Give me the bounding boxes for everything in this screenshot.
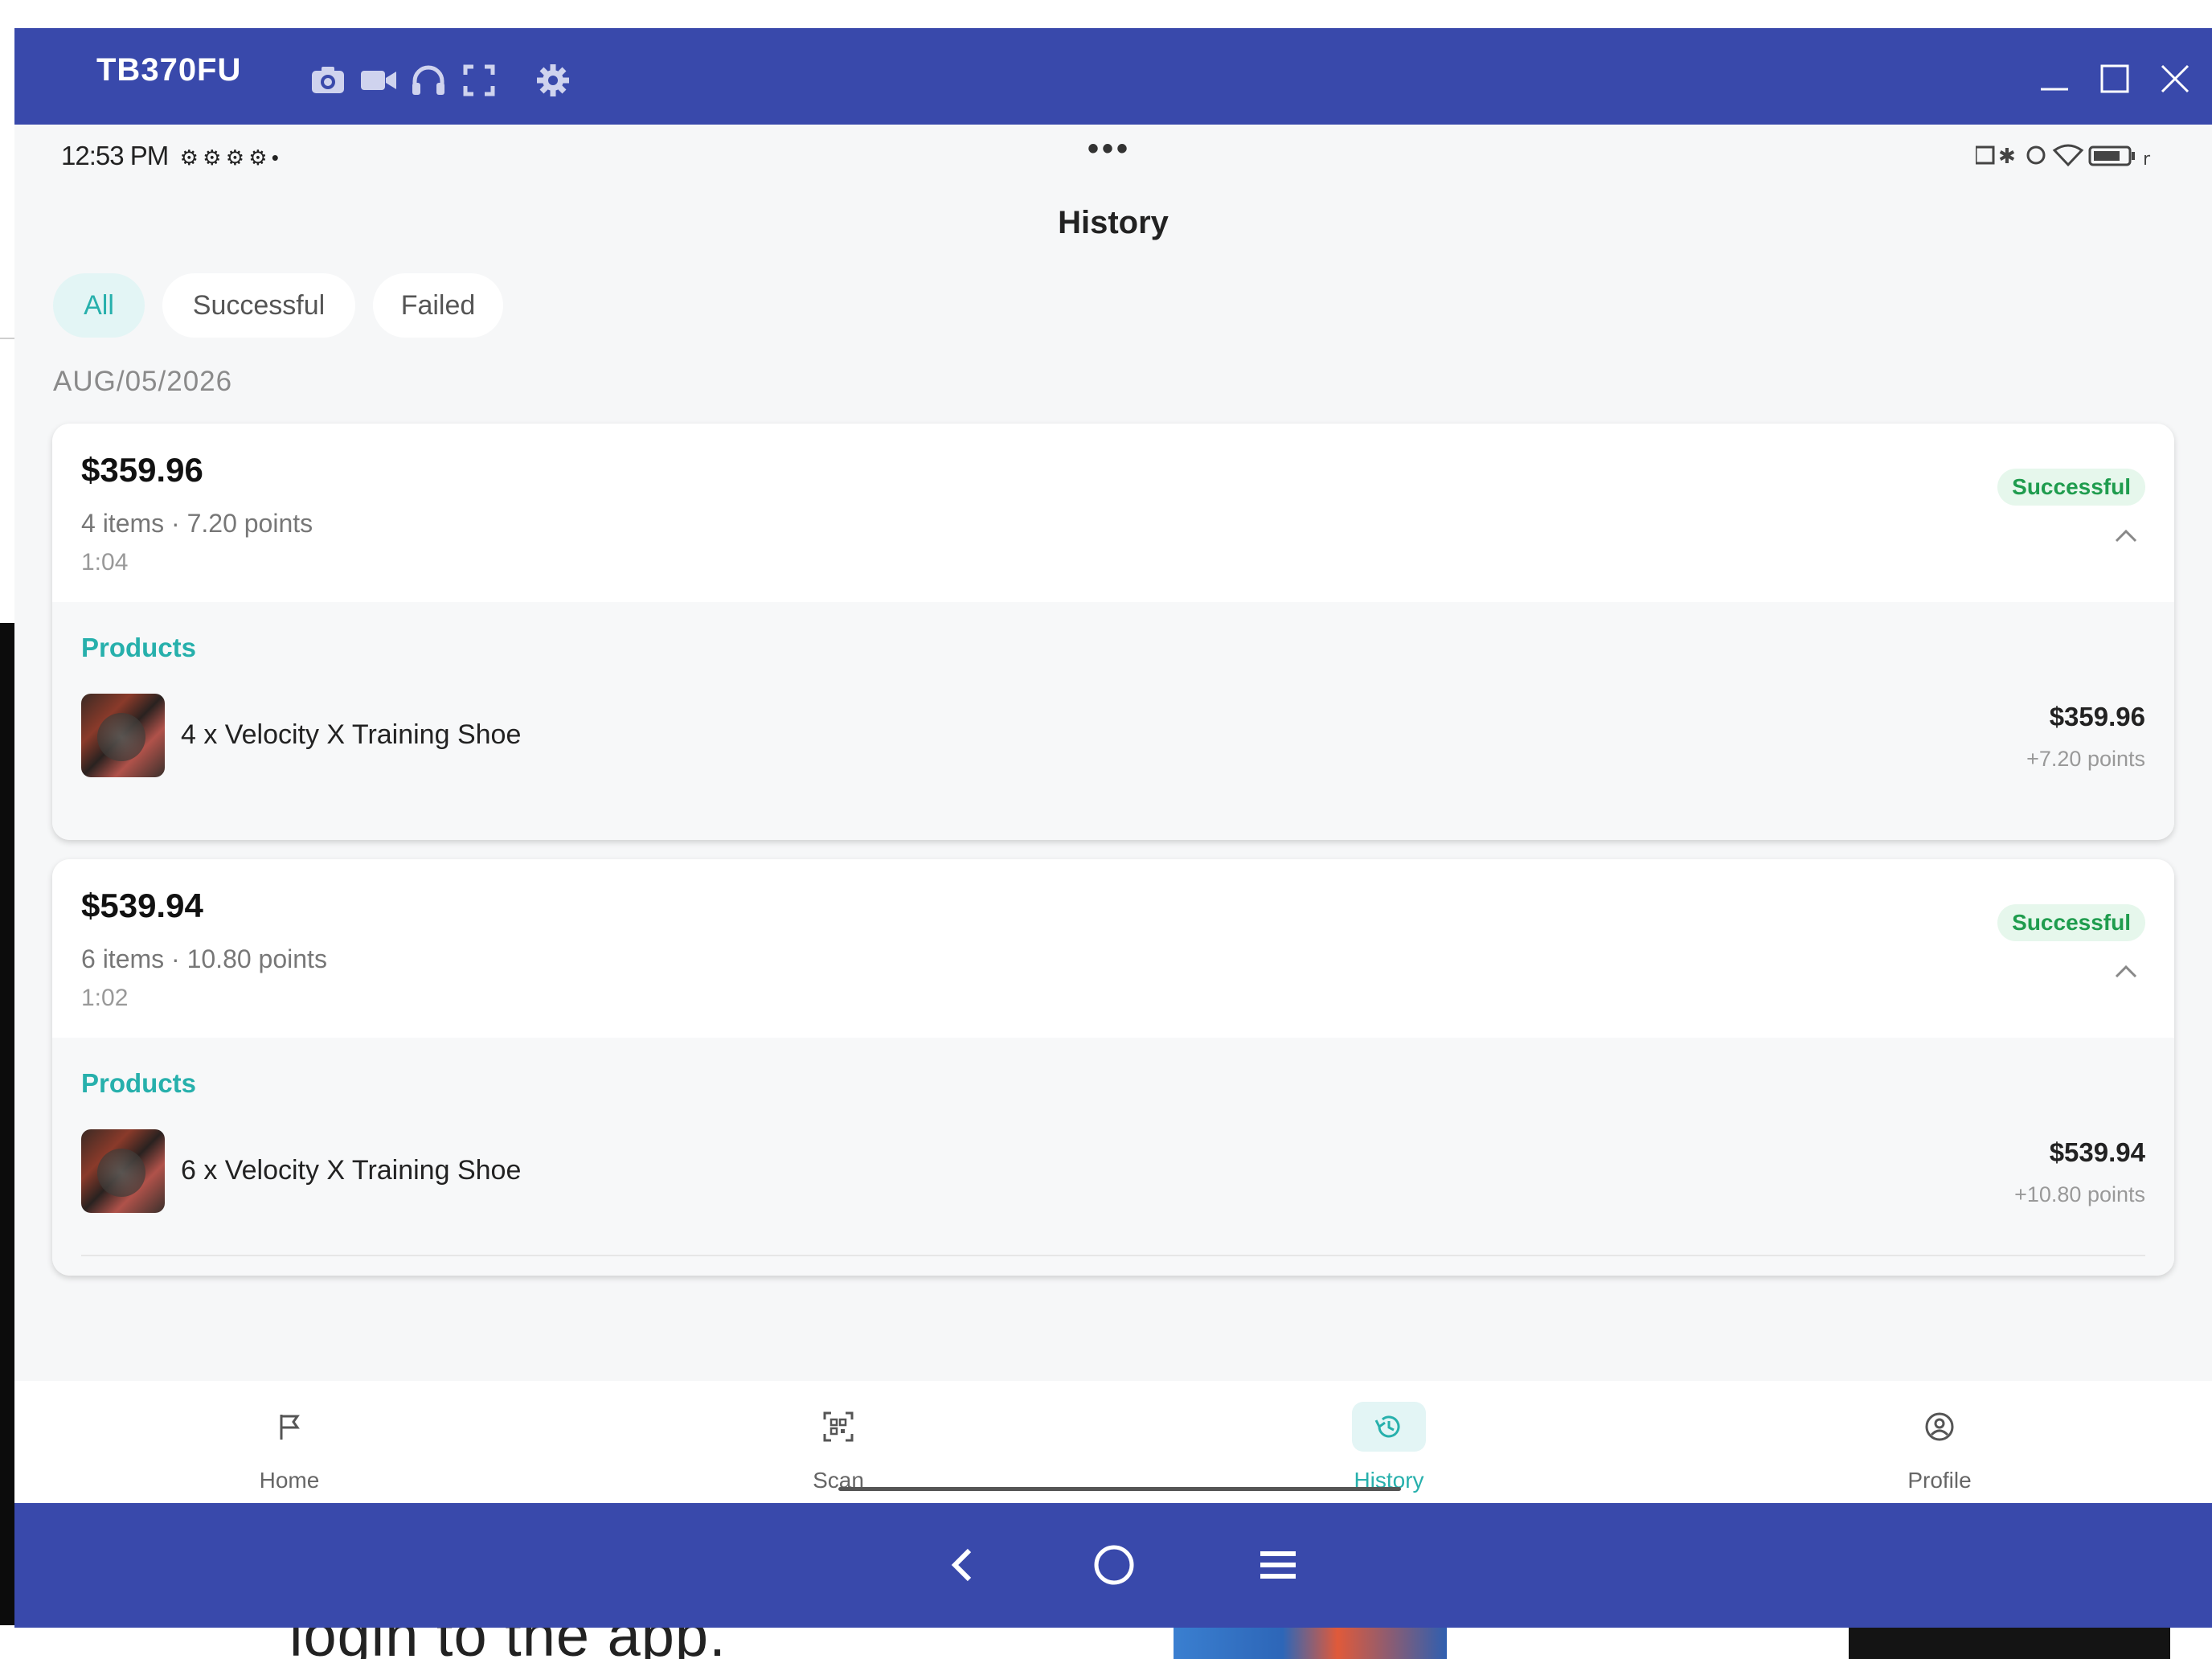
gear-icon[interactable] — [533, 60, 573, 100]
status-badge: Successful — [1997, 904, 2145, 941]
divider — [81, 1255, 2145, 1256]
products-label: Products — [81, 1068, 197, 1098]
filter-chip-failed[interactable]: Failed — [373, 273, 503, 338]
camera-icon[interactable] — [308, 60, 348, 100]
desktop-divider — [0, 338, 14, 339]
profile-icon — [1925, 1412, 1954, 1441]
product-thumbnail — [81, 1129, 165, 1213]
transaction-summary: 6 items · 10.80 points — [81, 944, 327, 973]
svg-text:✱: ✱ — [1998, 145, 2016, 169]
video-icon[interactable] — [358, 60, 399, 100]
status-more-dots: ••• — [1088, 131, 1132, 166]
transaction-details: Products 6 x Velocity X Training Shoe $5… — [52, 1038, 2174, 1276]
product-thumbnail — [81, 694, 165, 777]
bottom-navigation: Home Scan History Profile — [14, 1381, 2212, 1503]
battery-wifi-icon: ✱ r — [1974, 144, 2151, 170]
product-price: $359.96 — [2049, 702, 2145, 731]
product-points: +10.80 points — [2014, 1182, 2145, 1206]
status-badge: Successful — [1997, 469, 2145, 506]
flag-icon — [280, 1415, 300, 1440]
desktop-bottom-text: login to the app. — [289, 1625, 727, 1659]
window-titlebar[interactable]: TB370FU — [14, 28, 2212, 125]
desktop-dark-fragment — [1849, 1625, 2170, 1659]
back-icon[interactable] — [937, 1539, 989, 1591]
recents-menu-icon[interactable] — [1252, 1539, 1304, 1591]
fullscreen-icon[interactable] — [459, 60, 499, 100]
transaction-details: Products 4 x Velocity X Training Shoe $3… — [52, 602, 2174, 840]
device-screen: 12:53 PM ⚙ ⚙ ⚙ ⚙ • ••• ✱ r History All S… — [14, 125, 2212, 1503]
nav-label-home: Home — [259, 1468, 320, 1493]
filter-chip-successful[interactable]: Successful — [162, 273, 355, 338]
desktop-dark-panel — [0, 623, 14, 1659]
page-title: History — [1058, 205, 1169, 240]
home-circle-icon[interactable] — [1088, 1539, 1140, 1591]
transaction-header[interactable]: $359.96 4 items · 7.20 points 1:04 Succe… — [52, 424, 2174, 602]
transaction-time: 1:02 — [81, 985, 129, 1011]
close-icon[interactable] — [2155, 59, 2195, 99]
qr-scan-icon — [823, 1411, 854, 1442]
history-icon — [1374, 1415, 1400, 1438]
date-group-label: AUG/05/2026 — [53, 366, 233, 397]
system-navigation-bar — [14, 1503, 2212, 1628]
transaction-card[interactable]: $359.96 4 items · 7.20 points 1:04 Succe… — [52, 424, 2174, 840]
transaction-amount: $539.94 — [81, 887, 203, 924]
filter-chip-all[interactable]: All — [53, 273, 145, 338]
nav-icon-container — [1352, 1402, 1426, 1452]
status-time-text: 12:53 PM — [61, 141, 169, 170]
nav-item-scan[interactable]: Scan — [758, 1381, 919, 1503]
desktop-bottom-strip: login to the app. — [0, 1625, 2212, 1659]
nav-item-home[interactable]: Home — [209, 1381, 370, 1503]
product-points: +7.20 points — [2026, 747, 2145, 771]
desktop-image-fragment — [1174, 1625, 1447, 1659]
nav-icon-container — [252, 1402, 326, 1452]
product-name: 4 x Velocity X Training Shoe — [181, 719, 522, 750]
products-label: Products — [81, 633, 197, 662]
transaction-card[interactable]: $539.94 6 items · 10.80 points 1:02 Succ… — [52, 859, 2174, 1276]
nav-label-profile: Profile — [1907, 1468, 1972, 1493]
nav-icon-container — [1903, 1402, 1976, 1452]
nav-item-history[interactable]: History — [1309, 1381, 1469, 1503]
nav-item-profile[interactable]: Profile — [1859, 1381, 2020, 1503]
transaction-amount: $359.96 — [81, 451, 203, 489]
product-name: 6 x Velocity X Training Shoe — [181, 1155, 522, 1186]
product-price: $539.94 — [2049, 1137, 2145, 1167]
device-name: TB370FU — [96, 52, 242, 88]
maximize-icon[interactable] — [2095, 59, 2135, 99]
gesture-home-indicator[interactable] — [838, 1487, 1401, 1491]
status-system-icons: ✱ r — [1974, 139, 2169, 178]
transaction-time: 1:04 — [81, 549, 129, 576]
status-bar: 12:53 PM ⚙ ⚙ ⚙ ⚙ • ••• ✱ r — [14, 125, 2212, 189]
minimize-icon[interactable] — [2034, 59, 2075, 99]
chevron-up-icon[interactable] — [2110, 523, 2142, 547]
emulator-window: TB370FU 12:53 PM ⚙ ⚙ ⚙ ⚙ • ••• ✱ r Histo… — [14, 28, 2212, 1628]
headphones-icon[interactable] — [408, 60, 449, 100]
nav-icon-container — [801, 1402, 875, 1452]
notification-icons: ⚙ ⚙ ⚙ ⚙ • — [174, 145, 279, 170]
transaction-summary: 4 items · 7.20 points — [81, 509, 313, 538]
chevron-up-icon[interactable] — [2110, 959, 2142, 983]
transaction-header[interactable]: $539.94 6 items · 10.80 points 1:02 Succ… — [52, 859, 2174, 1038]
svg-text:r: r — [2143, 150, 2151, 170]
status-time: 12:53 PM ⚙ ⚙ ⚙ ⚙ • — [61, 141, 279, 171]
